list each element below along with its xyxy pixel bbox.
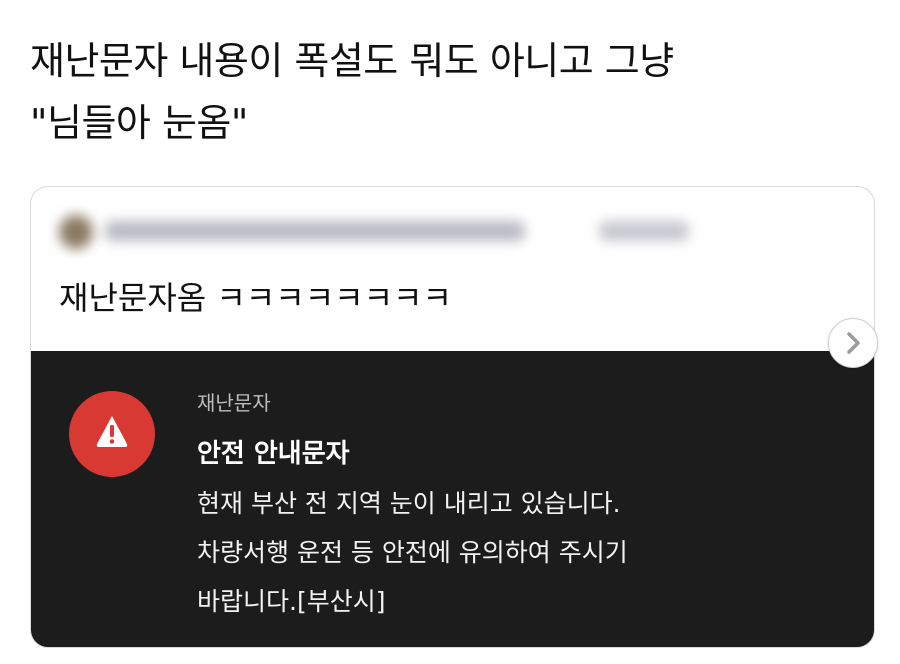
post-text: 재난문자옴 ㅋㅋㅋㅋㅋㅋㅋㅋ: [59, 279, 452, 317]
carousel-next-button[interactable]: [828, 318, 878, 368]
emergency-alert-screenshot: 재난문자 안전 안내문자 현재 부산 전 지역 눈이 내리고 있습니다. 차량서…: [31, 351, 874, 647]
alert-body-line: 현재 부산 전 지역 눈이 내리고 있습니다.: [197, 489, 621, 518]
headline: 재난문자 내용이 폭설도 뭐도 아니고 그냥 "님들아 눈옴": [30, 30, 870, 154]
alert-label: 재난문자: [197, 391, 271, 415]
headline-line-1: 재난문자 내용이 폭설도 뭐도 아니고 그냥: [30, 39, 674, 83]
alert-body-line: 차량서행 운전 등 안전에 유의하여 주시기: [197, 538, 628, 567]
headline-line-2: "님들아 눈옴": [30, 101, 248, 145]
chevron-right-icon: [847, 332, 860, 354]
blurred-timestamp: [599, 221, 689, 241]
warning-triangle-icon: [69, 391, 155, 477]
blurred-author-info: [59, 209, 699, 253]
alert-title: 안전 안내문자: [197, 439, 350, 469]
alert-body: 현재 부산 전 지역 눈이 내리고 있습니다. 차량서행 운전 등 안전에 유의…: [197, 479, 837, 626]
post-card: 재난문자옴 ㅋㅋㅋㅋㅋㅋㅋㅋ 재난문자 안전 안내문자 현재 부산 전 지역 눈…: [30, 186, 875, 648]
alert-body-line: 바랍니다.[부산시]: [197, 587, 386, 616]
avatar: [59, 215, 93, 249]
blurred-author-name: [105, 221, 525, 241]
